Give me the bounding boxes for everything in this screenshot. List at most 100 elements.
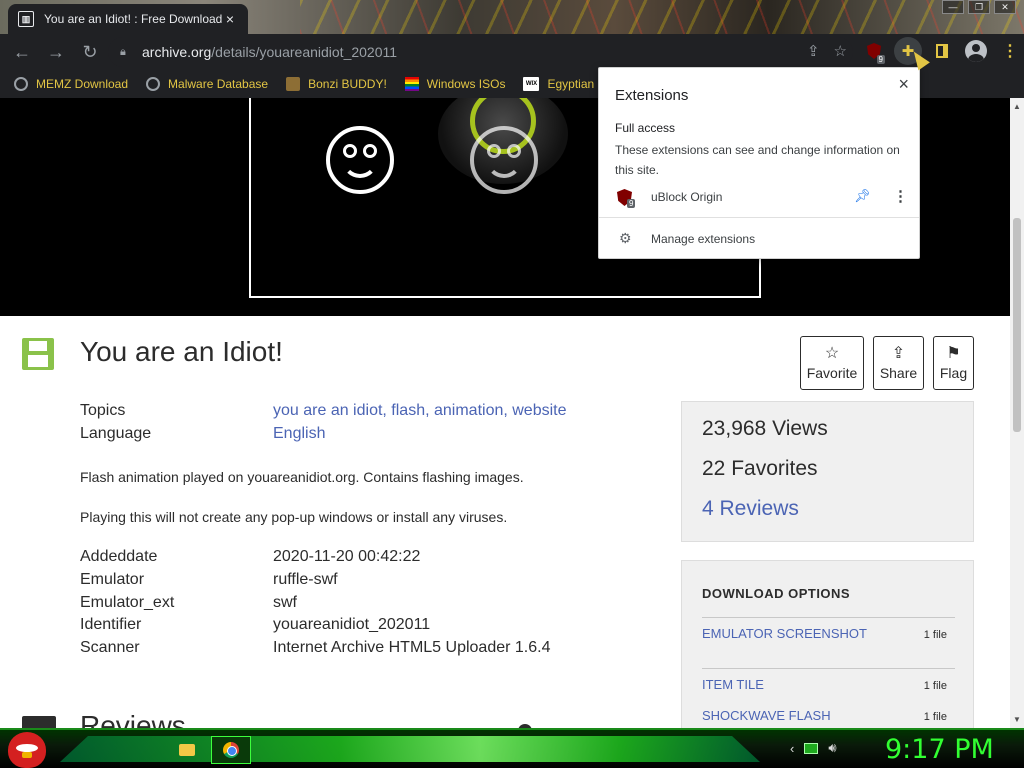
system-tray: ‹ 🔊︎ — [790, 740, 837, 756]
scroll-thumb[interactable] — [1013, 218, 1021, 432]
tab-close-icon[interactable]: × — [222, 11, 238, 27]
extension-ublock-origin[interactable]: uBlock Origin — [651, 190, 722, 204]
favorite-label: Favorite — [806, 364, 858, 381]
ublock-badge: 9 — [876, 55, 885, 64]
download-item-tile[interactable]: ITEM TILE — [702, 677, 764, 692]
address-bar[interactable]: 🔒︎ archive.org/details/youareanidiot_202… — [108, 37, 853, 67]
wix-icon: WIX — [523, 77, 540, 91]
meta-value: ruffle-swf — [273, 571, 338, 588]
reload-icon[interactable]: ↻ — [74, 36, 106, 68]
stats-panel: 23,968 Views 22 Favorites 4 Reviews — [681, 401, 974, 542]
back-icon[interactable]: ← — [6, 36, 38, 68]
bookmark-windows-isos[interactable]: Windows ISOs — [404, 77, 506, 91]
scroll-down-arrow-icon[interactable]: ▼ — [1013, 715, 1021, 724]
profile-button[interactable] — [962, 37, 990, 65]
file-count: 1 file — [923, 680, 947, 692]
ublock-badge: 9 — [627, 199, 636, 208]
divider — [702, 617, 955, 618]
extensions-popup-title: Extensions — [615, 87, 689, 104]
archive-org-icon: ▥ — [18, 11, 34, 27]
more-options-icon[interactable]: ⋮ — [893, 187, 908, 205]
bookmark-label: Malware Database — [168, 77, 269, 91]
smiley-face-icon — [470, 126, 538, 194]
meta-label: Emulator — [80, 571, 145, 588]
meta-value: youareanidiot_202011 — [273, 616, 431, 633]
window-titlebar: ▥ You are an Idiot! : Free Download × — … — [0, 0, 1024, 34]
pin-icon[interactable]: 📌︎ — [854, 188, 871, 204]
flag-icon: ⚑ — [946, 344, 961, 362]
extensions-popup: Extensions × Full access These extension… — [598, 67, 920, 259]
full-access-heading: Full access — [615, 121, 676, 135]
bookmark-malware-database[interactable]: Malware Database — [146, 77, 268, 91]
window-controls: — ❐ ✕ — [942, 0, 1016, 14]
share-icon: ⇪ — [891, 344, 906, 362]
meta-label: Emulator_ext — [80, 594, 175, 611]
meta-value: 2020-11-20 00:42:22 — [273, 548, 421, 565]
taskbar-clock[interactable]: 9:17 PM — [885, 734, 994, 765]
download-options-panel: DOWNLOAD OPTIONS EMULATOR SCREENSHOT 1 f… — [681, 560, 974, 728]
flag-label: Flag — [939, 364, 968, 381]
scroll-up-arrow-icon[interactable]: ▲ — [1013, 102, 1021, 111]
page-scrollbar[interactable]: ▲ ▼ — [1010, 98, 1024, 728]
lock-icon[interactable]: 🔒︎ — [120, 46, 132, 58]
tray-arrow-icon[interactable]: ‹ — [790, 741, 794, 756]
bookmark-egyptian[interactable]: WIX Egyptian Er — [523, 77, 610, 91]
ublock-toolbar-button[interactable]: 9 — [860, 37, 888, 65]
favorites-count: 22 Favorites — [702, 457, 818, 480]
browser-tab[interactable]: ▥ You are an Idiot! : Free Download × — [8, 4, 248, 34]
browser-toolbar: ← → ↻ 🔒︎ archive.org/details/youareanidi… — [0, 34, 1024, 70]
bookmark-label: Windows ISOs — [426, 77, 506, 91]
download-options-title: DOWNLOAD OPTIONS — [702, 586, 851, 601]
share-label: Share — [879, 364, 918, 381]
bookmark-star-icon[interactable]: ☆ — [834, 42, 847, 60]
smiley-face-icon — [326, 126, 394, 194]
maximize-button[interactable]: ❐ — [968, 0, 990, 14]
volume-icon[interactable]: 🔊︎ — [828, 740, 836, 756]
page-title: You are an Idiot! — [80, 336, 283, 367]
download-emulator-screenshot[interactable]: EMULATOR SCREENSHOT — [702, 626, 867, 641]
topics-links[interactable]: you are an idiot, flash, animation, webs… — [273, 402, 567, 420]
flag-button[interactable]: ⚑ Flag — [933, 336, 974, 390]
software-floppy-icon — [22, 338, 54, 370]
bookmark-memz[interactable]: MEMZ Download — [14, 77, 128, 91]
bonzi-icon — [286, 77, 301, 91]
file-explorer-button[interactable] — [172, 736, 202, 764]
minimize-button[interactable]: — — [942, 0, 964, 14]
views-count: 23,968 Views — [702, 417, 828, 440]
download-shockwave-flash[interactable]: SHOCKWAVE FLASH — [702, 708, 831, 723]
side-panel-button[interactable] — [928, 37, 956, 65]
folder-icon — [179, 744, 195, 756]
share-page-icon[interactable]: ⇪ — [807, 42, 820, 60]
file-count: 1 file — [923, 711, 947, 723]
bookmark-bonzi[interactable]: Bonzi BUDDY! — [286, 77, 387, 91]
network-icon[interactable] — [804, 742, 819, 754]
bookmark-label: Bonzi BUDDY! — [308, 77, 387, 91]
url-host: archive.org — [142, 44, 212, 60]
url-path: /details/youareanidiot_202011 — [211, 44, 398, 60]
chrome-icon — [223, 742, 239, 758]
globe-icon — [146, 77, 161, 91]
meta-value: Internet Archive HTML5 Uploader 1.6.4 — [273, 639, 551, 656]
divider — [702, 668, 955, 669]
side-panel-icon — [936, 44, 948, 58]
star-icon: ☆ — [824, 344, 840, 362]
share-button[interactable]: ⇪ Share — [873, 336, 924, 390]
start-button-angry-bird-icon[interactable] — [8, 732, 46, 768]
favorite-button[interactable]: ☆ Favorite — [800, 336, 864, 390]
language-label: Language — [80, 425, 152, 442]
close-window-button[interactable]: ✕ — [994, 0, 1016, 14]
chrome-taskbar-button[interactable] — [211, 736, 251, 764]
reviews-icon — [22, 716, 56, 728]
rainbow-flag-icon — [404, 77, 419, 91]
bookmark-label: MEMZ Download — [36, 77, 129, 91]
gear-icon[interactable]: ⚙ — [619, 230, 632, 247]
meta-value: swf — [273, 594, 297, 611]
forward-icon[interactable]: → — [40, 36, 72, 68]
manage-extensions-link[interactable]: Manage extensions — [651, 232, 755, 246]
tab-title: You are an Idiot! : Free Download — [44, 12, 222, 26]
reviews-link[interactable]: 4 Reviews — [702, 497, 799, 521]
chrome-menu-icon[interactable]: ⋮ — [996, 37, 1024, 65]
close-icon[interactable]: × — [898, 74, 909, 95]
language-link[interactable]: English — [273, 425, 325, 443]
profile-avatar-icon — [965, 40, 987, 62]
